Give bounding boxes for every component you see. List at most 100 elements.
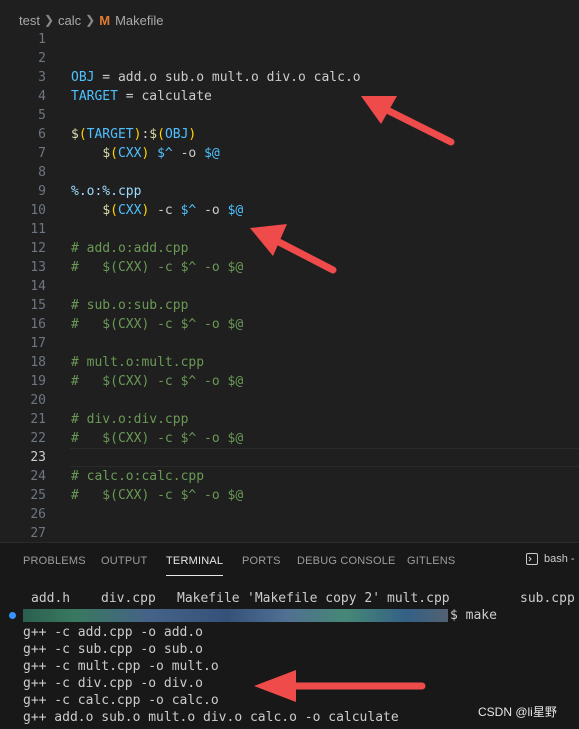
- line-number: 16: [30, 317, 46, 332]
- code-line[interactable]: 7 $(CXX) $^ -o $@: [0, 144, 579, 163]
- terminal-output-line: g++ -c div.cpp -o div.o: [23, 676, 204, 691]
- line-number: 4: [38, 89, 46, 104]
- line-number: 24: [30, 469, 46, 484]
- line-number: 21: [30, 412, 46, 427]
- terminal-output-line: g++ -c sub.cpp -o sub.o: [23, 642, 204, 657]
- terminal-output-line: g++ -c calc.cpp -o calc.o: [23, 693, 219, 708]
- code-text: # $(CXX) -c $^ -o $@: [71, 374, 244, 389]
- code-text: $(TARGET):$(OBJ): [71, 127, 197, 142]
- chevron-right-icon: ❯: [43, 13, 55, 27]
- line-number: 26: [30, 507, 46, 522]
- terminal-file: 'Makefile copy 2': [247, 591, 381, 606]
- line-number: 8: [38, 165, 46, 180]
- terminal-file: Makefile: [177, 591, 240, 606]
- code-text: # sub.o:sub.cpp: [71, 298, 189, 313]
- line-number: 5: [38, 108, 46, 123]
- redacted-prompt: [23, 609, 448, 622]
- annotation-arrow-icon: [361, 96, 455, 146]
- terminal-output-line: g++ -c mult.cpp -o mult.o: [23, 659, 219, 674]
- line-number: 3: [38, 70, 46, 85]
- terminal-file: add.h: [31, 591, 71, 606]
- code-text: # $(CXX) -c $^ -o $@: [71, 431, 244, 446]
- code-line[interactable]: 3 OBJ = add.o sub.o mult.o div.o calc.o: [0, 68, 579, 87]
- line-number: 25: [30, 488, 46, 503]
- code-editor[interactable]: 1 2 3 OBJ = add.o sub.o mult.o div.o calc.o…: [0, 30, 579, 542]
- code-line[interactable]: 9 %.o:%.cpp: [0, 182, 579, 201]
- code-line[interactable]: 19 # $(CXX) -c $^ -o $@: [0, 372, 579, 391]
- annotation-arrow-icon: [254, 670, 426, 702]
- tab-terminal[interactable]: TERMINAL: [166, 555, 224, 576]
- prompt-command: $ make: [450, 608, 497, 623]
- breadcrumb-folder-calc[interactable]: calc: [58, 13, 81, 28]
- tab-output[interactable]: OUTPUT: [101, 555, 147, 567]
- code-line[interactable]: 10 $(CXX) -c $^ -o $@: [0, 201, 579, 220]
- code-line[interactable]: 21 # div.o:div.cpp: [0, 410, 579, 429]
- code-text: # add.o:add.cpp: [71, 241, 189, 256]
- code-line[interactable]: 4 TARGET = calculate: [0, 87, 579, 106]
- code-line[interactable]: 1: [0, 30, 579, 49]
- line-number: 23: [30, 450, 46, 465]
- code-line[interactable]: 20: [0, 391, 579, 410]
- code-line[interactable]: 23: [0, 448, 579, 467]
- code-line[interactable]: 18 # mult.o:mult.cpp: [0, 353, 579, 372]
- line-number: 1: [38, 32, 46, 47]
- code-text: # calc.o:calc.cpp: [71, 469, 205, 484]
- line-number: 15: [30, 298, 46, 313]
- line-number: 20: [30, 393, 46, 408]
- code-line[interactable]: 22 # $(CXX) -c $^ -o $@: [0, 429, 579, 448]
- code-line[interactable]: 26: [0, 505, 579, 524]
- line-number: 17: [30, 336, 46, 351]
- line-number: 19: [30, 374, 46, 389]
- line-number: 11: [30, 222, 46, 237]
- terminal-shell-selector[interactable]: bash -: [526, 553, 575, 565]
- terminal-file: mult.cpp: [387, 591, 450, 606]
- makefile-icon: M: [99, 12, 111, 28]
- watermark: CSDN @li星野: [478, 705, 557, 719]
- code-text: # $(CXX) -c $^ -o $@: [71, 317, 244, 332]
- code-line[interactable]: 5: [0, 106, 579, 125]
- breadcrumb-file[interactable]: Makefile: [115, 13, 163, 28]
- code-text: TARGET = calculate: [71, 89, 212, 104]
- code-text: # $(CXX) -c $^ -o $@: [71, 488, 244, 503]
- terminal-file: div.cpp: [101, 591, 156, 606]
- tab-ports[interactable]: PORTS: [242, 555, 281, 567]
- line-number: 13: [30, 260, 46, 275]
- code-line[interactable]: 16 # $(CXX) -c $^ -o $@: [0, 315, 579, 334]
- breadcrumb-folder-test[interactable]: test: [19, 13, 40, 28]
- code-text: $(CXX) $^ -o $@: [102, 146, 220, 161]
- code-text: OBJ = add.o sub.o mult.o div.o calc.o: [71, 70, 361, 85]
- tab-debug-console[interactable]: DEBUG CONSOLE: [297, 555, 396, 567]
- line-number: 22: [30, 431, 46, 446]
- code-line[interactable]: 2: [0, 49, 579, 68]
- terminal-file: sub.cpp: [520, 591, 575, 606]
- code-text: # mult.o:mult.cpp: [71, 355, 205, 370]
- line-number: 6: [38, 127, 46, 142]
- line-number: 12: [30, 241, 46, 256]
- line-number: 2: [38, 51, 46, 66]
- code-line[interactable]: 17: [0, 334, 579, 353]
- code-line[interactable]: 27: [0, 524, 579, 542]
- code-line[interactable]: 25 # $(CXX) -c $^ -o $@: [0, 486, 579, 505]
- code-line[interactable]: 15 # sub.o:sub.cpp: [0, 296, 579, 315]
- line-number: 7: [38, 146, 46, 161]
- tab-gitlens[interactable]: GITLENS: [407, 555, 455, 567]
- terminal-output-line: g++ add.o sub.o mult.o div.o calc.o -o c…: [23, 710, 399, 725]
- code-text: $(CXX) -c $^ -o $@: [102, 203, 244, 218]
- code-text: # div.o:div.cpp: [71, 412, 189, 427]
- code-line[interactable]: 14: [0, 277, 579, 296]
- terminal-prompt-line: $ make: [0, 607, 579, 624]
- code-line[interactable]: 24 # calc.o:calc.cpp: [0, 467, 579, 486]
- chevron-right-icon: ❯: [85, 13, 96, 27]
- annotation-arrow-icon: [250, 224, 337, 274]
- terminal-icon: [526, 553, 538, 565]
- code-line[interactable]: 6 $(TARGET):$(OBJ): [0, 125, 579, 144]
- line-number: 10: [30, 203, 46, 218]
- shell-label: bash -: [544, 553, 575, 565]
- code-text: # $(CXX) -c $^ -o $@: [71, 260, 244, 275]
- line-number: 27: [30, 526, 46, 541]
- tab-problems[interactable]: PROBLEMS: [23, 555, 86, 567]
- line-number: 18: [30, 355, 46, 370]
- command-status-dot-icon: [9, 612, 16, 619]
- terminal-output-line: g++ -c add.cpp -o add.o: [23, 625, 204, 640]
- code-line[interactable]: 8: [0, 163, 579, 182]
